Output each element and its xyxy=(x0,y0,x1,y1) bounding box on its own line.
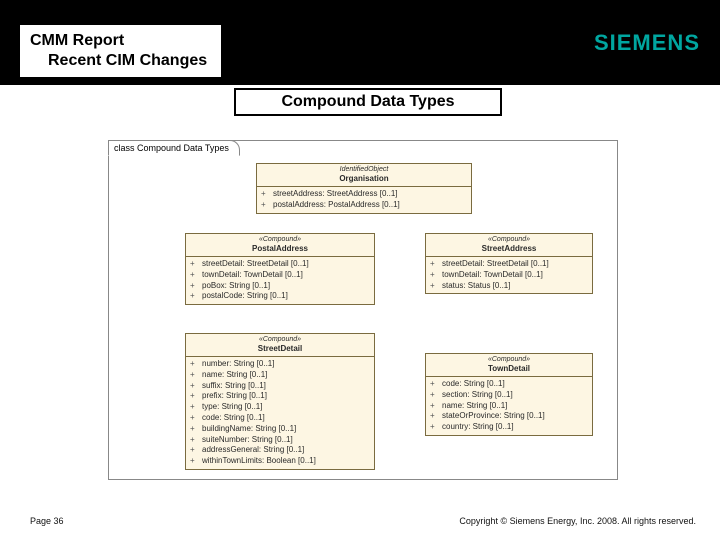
title-box: CMM Report Recent CIM Changes xyxy=(20,25,221,77)
attribute-row: +streetAddress: StreetAddress [0..1] xyxy=(261,189,467,200)
class-name: TownDetail xyxy=(430,364,588,374)
attribute-row: +country: String [0..1] xyxy=(430,422,588,433)
class-head: «Compound» TownDetail xyxy=(426,354,592,377)
title-line-2: Recent CIM Changes xyxy=(30,51,207,71)
header-bar: CMM Report Recent CIM Changes SIEMENS xyxy=(0,0,720,85)
copyright: Copyright © Siemens Energy, Inc. 2008. A… xyxy=(459,516,696,526)
class-name: StreetAddress xyxy=(430,244,588,254)
attribute-row: +streetDetail: StreetDetail [0..1] xyxy=(190,259,370,270)
class-town-detail: «Compound» TownDetail +code: String [0..… xyxy=(425,353,593,436)
attribute-row: +name: String [0..1] xyxy=(430,401,588,412)
class-name: PostalAddress xyxy=(190,244,370,254)
class-head: «Compound» StreetDetail xyxy=(186,334,374,357)
class-body: +number: String [0..1] +name: String [0.… xyxy=(186,357,374,469)
attribute-row: +type: String [0..1] xyxy=(190,402,370,413)
title-line-1: CMM Report xyxy=(30,31,207,51)
class-stereotype: IdentifiedObject xyxy=(261,166,467,174)
attribute-row: +stateOrProvince: String [0..1] xyxy=(430,411,588,422)
attribute-row: +code: String [0..1] xyxy=(190,413,370,424)
class-organisation: IdentifiedObject Organisation +streetAdd… xyxy=(256,163,472,214)
class-name: StreetDetail xyxy=(190,344,370,354)
page-number: Page 36 xyxy=(30,516,64,526)
class-body: +code: String [0..1] +section: String [0… xyxy=(426,377,592,435)
attribute-row: +suffix: String [0..1] xyxy=(190,381,370,392)
attribute-row: +poBox: String [0..1] xyxy=(190,281,370,292)
class-stereotype: «Compound» xyxy=(190,336,370,344)
attribute-row: +streetDetail: StreetDetail [0..1] xyxy=(430,259,588,270)
attribute-row: +townDetail: TownDetail [0..1] xyxy=(430,270,588,281)
diagram-tab: class Compound Data Types xyxy=(108,140,240,156)
attribute-row: +postalCode: String [0..1] xyxy=(190,291,370,302)
class-head: «Compound» StreetAddress xyxy=(426,234,592,257)
attribute-row: +suiteNumber: String [0..1] xyxy=(190,435,370,446)
class-street-detail: «Compound» StreetDetail +number: String … xyxy=(185,333,375,470)
class-stereotype: «Compound» xyxy=(430,356,588,364)
attribute-row: +addressGeneral: String [0..1] xyxy=(190,445,370,456)
attribute-row: +withinTownLimits: Boolean [0..1] xyxy=(190,456,370,467)
uml-diagram: class Compound Data Types IdentifiedObje… xyxy=(108,140,618,480)
attribute-row: +name: String [0..1] xyxy=(190,370,370,381)
class-body: +streetDetail: StreetDetail [0..1] +town… xyxy=(186,257,374,304)
class-body: +streetAddress: StreetAddress [0..1] +po… xyxy=(257,187,471,213)
attribute-row: +prefix: String [0..1] xyxy=(190,391,370,402)
section-banner: Compound Data Types xyxy=(234,88,502,116)
class-head: «Compound» PostalAddress xyxy=(186,234,374,257)
attribute-row: +townDetail: TownDetail [0..1] xyxy=(190,270,370,281)
attribute-row: +buildingName: String [0..1] xyxy=(190,424,370,435)
class-head: IdentifiedObject Organisation xyxy=(257,164,471,187)
attribute-row: +section: String [0..1] xyxy=(430,390,588,401)
attribute-row: +code: String [0..1] xyxy=(430,379,588,390)
class-postal-address: «Compound» PostalAddress +streetDetail: … xyxy=(185,233,375,305)
class-street-address: «Compound» StreetAddress +streetDetail: … xyxy=(425,233,593,294)
siemens-logo: SIEMENS xyxy=(594,30,700,56)
attribute-row: +postalAddress: PostalAddress [0..1] xyxy=(261,200,467,211)
class-name: Organisation xyxy=(261,174,467,184)
attribute-row: +number: String [0..1] xyxy=(190,359,370,370)
class-stereotype: «Compound» xyxy=(430,236,588,244)
class-body: +streetDetail: StreetDetail [0..1] +town… xyxy=(426,257,592,293)
class-stereotype: «Compound» xyxy=(190,236,370,244)
attribute-row: +status: Status [0..1] xyxy=(430,281,588,292)
